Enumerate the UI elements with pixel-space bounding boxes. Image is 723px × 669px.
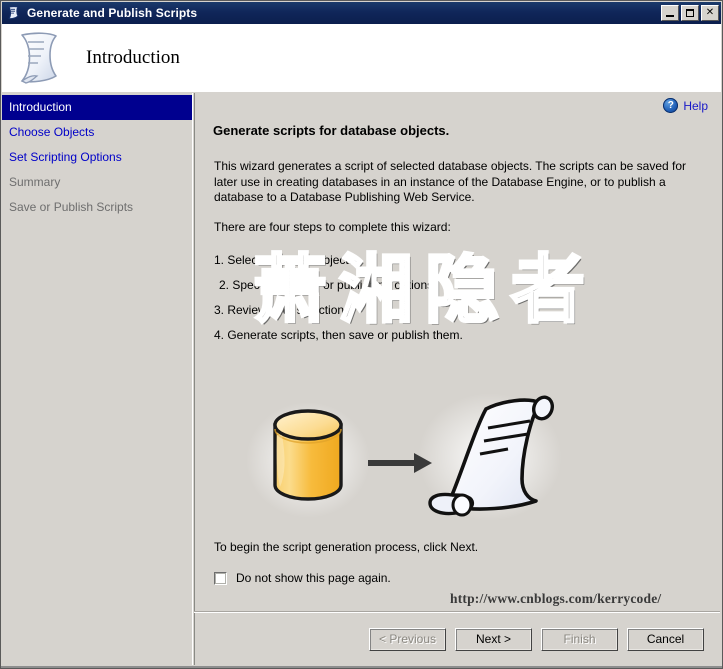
sidebar-item-label: Set Scripting Options (9, 150, 122, 164)
sidebar-item-label: Choose Objects (9, 125, 94, 139)
page-title: Introduction (86, 47, 180, 69)
sidebar-item-introduction[interactable]: Introduction (2, 95, 192, 120)
sidebar-item-save-or-publish-scripts: Save or Publish Scripts (2, 195, 192, 220)
window-controls: ✕ (661, 5, 719, 21)
window-title: Generate and Publish Scripts (27, 6, 661, 20)
sidebar-item-summary: Summary (2, 170, 192, 195)
content-panel: ? Help Generate scripts for database obj… (194, 93, 720, 611)
window-scroll-icon (6, 5, 22, 21)
maximize-button[interactable] (681, 5, 699, 21)
title-bar: Generate and Publish Scripts ✕ (2, 2, 721, 24)
next-button[interactable]: Next > (455, 628, 532, 651)
help-label: Help (683, 99, 708, 113)
steps-list: 1. Select database objects. 2. Specify s… (214, 248, 463, 348)
maximize-icon (686, 9, 694, 17)
do-not-show-again-checkbox[interactable] (214, 572, 227, 585)
minimize-icon (666, 15, 674, 17)
previous-button: < Previous (369, 628, 446, 651)
page-header: Introduction (2, 24, 721, 92)
cancel-button[interactable]: Cancel (627, 628, 704, 651)
do-not-show-again-row[interactable]: Do not show this page again. (214, 571, 391, 585)
wizard-illustration (240, 383, 580, 538)
help-link[interactable]: ? Help (663, 98, 708, 113)
sidebar-item-set-scripting-options[interactable]: Set Scripting Options (2, 145, 192, 170)
steps-intro-text: There are four steps to complete this wi… (214, 220, 451, 234)
sidebar-item-choose-objects[interactable]: Choose Objects (2, 120, 192, 145)
close-button[interactable]: ✕ (701, 5, 719, 21)
footer-button-bar: < Previous Next > Finish Cancel (194, 613, 720, 665)
wizard-step-sidebar: Introduction Choose Objects Set Scriptin… (2, 93, 193, 665)
question-circle-icon: ? (663, 98, 678, 113)
finish-button: Finish (541, 628, 618, 651)
close-icon: ✕ (702, 6, 718, 20)
content-heading: Generate scripts for database objects. (213, 123, 449, 138)
generate-publish-scripts-window: Generate and Publish Scripts ✕ (0, 0, 723, 669)
begin-instruction-text: To begin the script generation process, … (214, 540, 478, 554)
watermark-url: http://www.cnblogs.com/kerrycode/ (450, 591, 661, 607)
header-scroll-icon (12, 29, 68, 87)
list-item: 3. Review your selections. (214, 298, 463, 323)
sidebar-item-label: Save or Publish Scripts (9, 200, 133, 214)
list-item: 1. Select database objects. (214, 248, 463, 273)
sidebar-item-label: Introduction (9, 100, 72, 114)
minimize-button[interactable] (661, 5, 679, 21)
list-item: 2. Specify scripting or publishing optio… (214, 273, 463, 298)
do-not-show-again-label: Do not show this page again. (236, 571, 391, 585)
content-paragraph: This wizard generates a script of select… (214, 159, 688, 206)
sidebar-item-label: Summary (9, 175, 60, 189)
list-item: 4. Generate scripts, then save or publis… (214, 323, 463, 348)
